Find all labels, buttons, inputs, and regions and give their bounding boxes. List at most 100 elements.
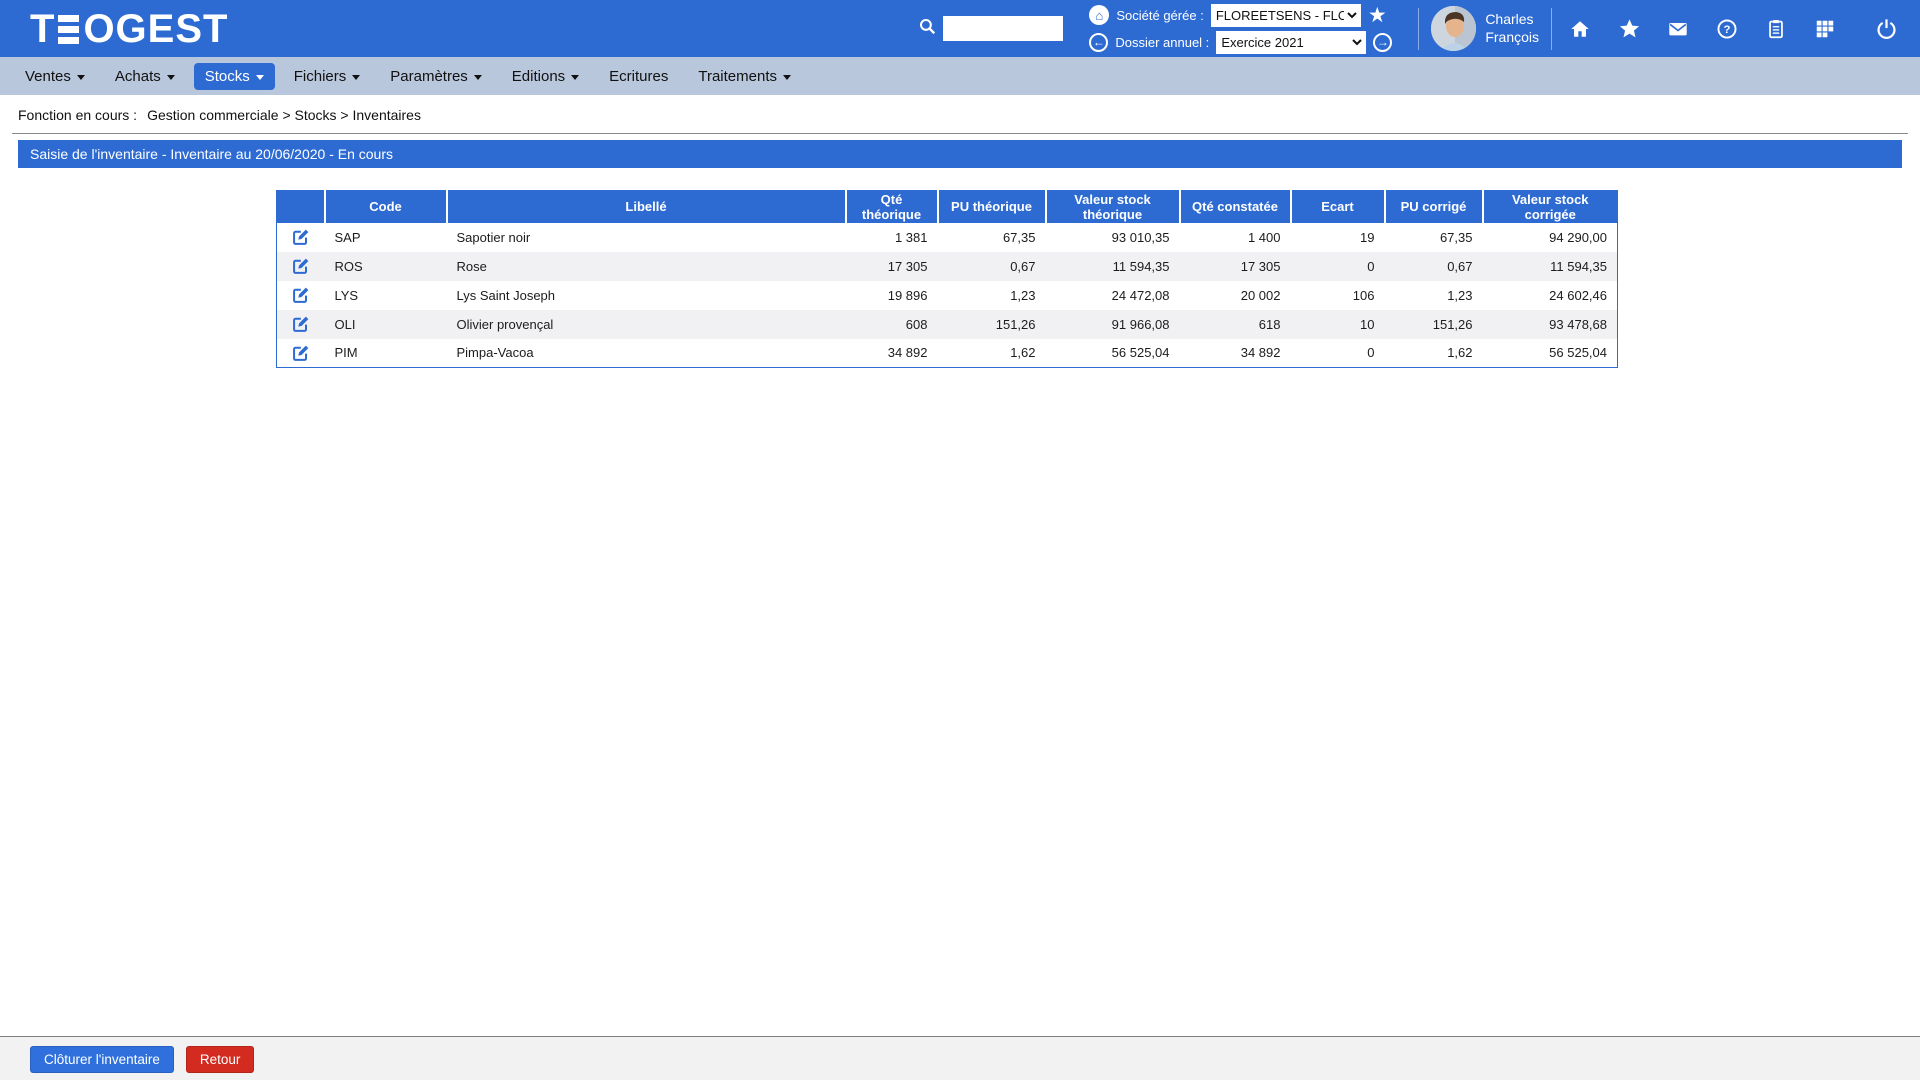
company-home-icon[interactable]: ⌂ — [1089, 5, 1109, 25]
user-block[interactable]: Charles François — [1431, 6, 1539, 51]
cell-pu-theorique: 151,26 — [938, 310, 1046, 339]
cell-code: PIM — [325, 339, 447, 368]
search-icon — [918, 17, 937, 41]
chevron-down-icon — [77, 75, 85, 80]
chevron-down-icon — [783, 75, 791, 80]
fiscal-year-select[interactable]: Exercice 2021 — [1216, 31, 1366, 54]
cell-valeur-stock-theorique: 56 525,04 — [1046, 339, 1180, 368]
cell-qte-theorique: 19 896 — [846, 281, 938, 310]
company-label: Société gérée : — [1116, 8, 1203, 23]
cell-ecart: 10 — [1291, 310, 1385, 339]
edit-row-icon[interactable] — [291, 285, 311, 305]
cell-pu-corrige: 0,67 — [1385, 252, 1483, 281]
cell-pu-corrige: 1,23 — [1385, 281, 1483, 310]
table-header-row: Code Libellé Qté théorique PU théorique … — [277, 191, 1618, 223]
next-year-icon[interactable]: → — [1373, 33, 1392, 52]
cell-qte-constatee: 34 892 — [1180, 339, 1291, 368]
breadcrumb: Fonction en cours : Gestion commerciale … — [0, 95, 1920, 133]
menu-editions[interactable]: Editions — [501, 63, 590, 90]
cell-valeur-stock-theorique: 93 010,35 — [1046, 223, 1180, 252]
main-menu: Ventes Achats Stocks Fichiers Paramètres… — [0, 57, 1920, 95]
back-button[interactable]: Retour — [186, 1046, 255, 1073]
logo-letter-t: T — [30, 9, 55, 49]
app-logo: T OGEST — [30, 9, 228, 49]
header-qte-constatee: Qté constatée — [1180, 191, 1291, 223]
menu-parametres[interactable]: Paramètres — [379, 63, 493, 90]
cell-code: OLI — [325, 310, 447, 339]
cell-pu-corrige: 67,35 — [1385, 223, 1483, 252]
edit-row-icon[interactable] — [291, 314, 311, 334]
cell-qte-constatee: 1 400 — [1180, 223, 1291, 252]
header-pu-corrige: PU corrigé — [1385, 191, 1483, 223]
header-pu-theorique: PU théorique — [938, 191, 1046, 223]
cell-valeur-stock-corrigee: 93 478,68 — [1483, 310, 1618, 339]
chevron-down-icon — [167, 75, 175, 80]
cell-pu-theorique: 1,62 — [938, 339, 1046, 368]
menu-ventes[interactable]: Ventes — [14, 63, 96, 90]
power-icon[interactable] — [1874, 17, 1898, 41]
cell-valeur-stock-theorique: 91 966,08 — [1046, 310, 1180, 339]
user-avatar[interactable] — [1431, 6, 1476, 51]
cell-libelle: Rose — [447, 252, 846, 281]
header-icon-bar: ? — [1568, 17, 1898, 41]
cell-qte-constatee: 17 305 — [1180, 252, 1291, 281]
menu-stocks[interactable]: Stocks — [194, 63, 275, 90]
cell-code: SAP — [325, 223, 447, 252]
header-actions — [277, 191, 325, 223]
close-inventory-button[interactable]: Clôturer l'inventaire — [30, 1046, 174, 1073]
cell-valeur-stock-corrigee: 56 525,04 — [1483, 339, 1618, 368]
previous-year-icon[interactable]: ← — [1089, 33, 1108, 52]
cell-qte-constatee: 618 — [1180, 310, 1291, 339]
cell-valeur-stock-corrigee: 94 290,00 — [1483, 223, 1618, 252]
table-row: OLI Olivier provençal 608 151,26 91 966,… — [277, 310, 1618, 339]
context-selectors: ⌂ Société gérée : FLOREETSENS - FLOR ★ ←… — [1089, 4, 1392, 54]
help-icon[interactable]: ? — [1715, 17, 1739, 41]
menu-ecritures[interactable]: Ecritures — [598, 63, 679, 90]
cell-qte-theorique: 17 305 — [846, 252, 938, 281]
menu-fichiers[interactable]: Fichiers — [283, 63, 372, 90]
menu-traitements[interactable]: Traitements — [687, 63, 802, 90]
cell-pu-theorique: 0,67 — [938, 252, 1046, 281]
cell-qte-theorique: 608 — [846, 310, 938, 339]
breadcrumb-divider — [12, 133, 1908, 134]
cell-code: ROS — [325, 252, 447, 281]
chevron-down-icon — [352, 75, 360, 80]
inventory-table: Code Libellé Qté théorique PU théorique … — [276, 190, 1618, 368]
table-row: LYS Lys Saint Joseph 19 896 1,23 24 472,… — [277, 281, 1618, 310]
notes-icon[interactable] — [1764, 17, 1788, 41]
cell-qte-constatee: 20 002 — [1180, 281, 1291, 310]
cell-valeur-stock-theorique: 11 594,35 — [1046, 252, 1180, 281]
home-icon[interactable] — [1568, 17, 1592, 41]
edit-row-icon[interactable] — [291, 343, 311, 363]
cell-pu-corrige: 1,62 — [1385, 339, 1483, 368]
cell-qte-theorique: 1 381 — [846, 223, 938, 252]
cell-libelle: Lys Saint Joseph — [447, 281, 846, 310]
table-row: PIM Pimpa-Vacoa 34 892 1,62 56 525,04 34… — [277, 339, 1618, 368]
edit-row-icon[interactable] — [291, 227, 311, 247]
logo-stylized-e — [58, 15, 79, 44]
cell-ecart: 0 — [1291, 339, 1385, 368]
star-icon[interactable] — [1617, 17, 1641, 41]
cell-code: LYS — [325, 281, 447, 310]
company-select[interactable]: FLOREETSENS - FLOR — [1211, 4, 1361, 27]
fiscal-year-row: ← Dossier annuel : Exercice 2021 → — [1089, 31, 1392, 54]
breadcrumb-prefix: Fonction en cours : — [18, 107, 137, 123]
apps-grid-icon[interactable] — [1813, 17, 1837, 41]
menu-achats[interactable]: Achats — [104, 63, 186, 90]
favorite-star-icon[interactable]: ★ — [1368, 5, 1387, 26]
page-title: Saisie de l'inventaire - Inventaire au 2… — [18, 140, 1902, 168]
cell-libelle: Olivier provençal — [447, 310, 846, 339]
table-row: ROS Rose 17 305 0,67 11 594,35 17 305 0 … — [277, 252, 1618, 281]
header-valeur-stock-corrigee: Valeur stock corrigée — [1483, 191, 1618, 223]
chevron-down-icon — [571, 75, 579, 80]
mail-icon[interactable] — [1666, 17, 1690, 41]
search-input[interactable] — [943, 16, 1063, 41]
cell-libelle: Pimpa-Vacoa — [447, 339, 846, 368]
cell-ecart: 106 — [1291, 281, 1385, 310]
cell-valeur-stock-theorique: 24 472,08 — [1046, 281, 1180, 310]
edit-row-icon[interactable] — [291, 256, 311, 276]
global-search — [918, 16, 1063, 41]
cell-pu-corrige: 151,26 — [1385, 310, 1483, 339]
cell-pu-theorique: 1,23 — [938, 281, 1046, 310]
header-valeur-stock-theorique: Valeur stock théorique — [1046, 191, 1180, 223]
